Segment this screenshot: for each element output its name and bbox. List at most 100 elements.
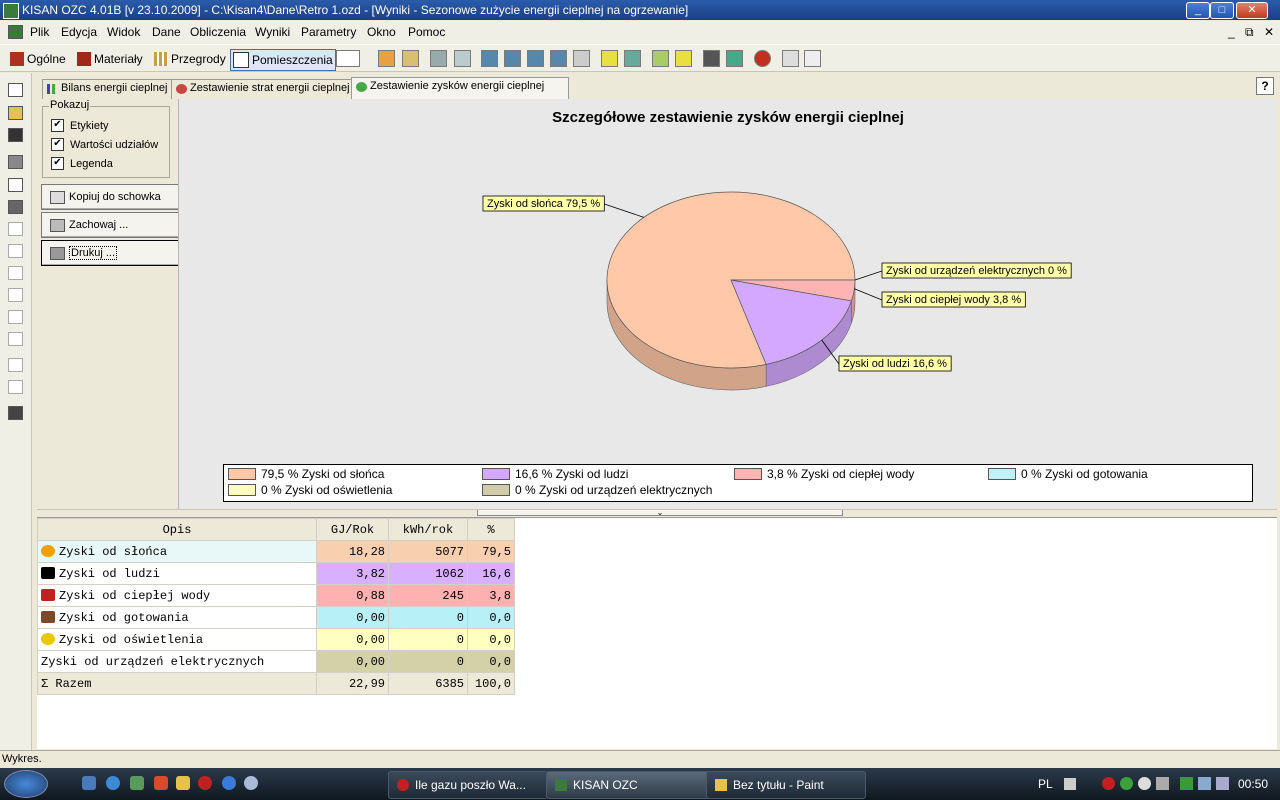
save-icon[interactable] — [8, 128, 23, 142]
legenda-checkbox[interactable]: ✔ Legenda — [51, 157, 113, 170]
mdi-minimize-button[interactable]: _ — [1228, 25, 1235, 39]
show-desktop-icon[interactable] — [82, 776, 96, 790]
tray-icon-3[interactable] — [1138, 777, 1151, 790]
tray-icon-4[interactable] — [1156, 777, 1169, 790]
panel2-icon[interactable] — [652, 50, 669, 67]
materialy-button[interactable]: Materiały — [75, 49, 145, 69]
window3-icon[interactable] — [527, 50, 544, 67]
paste-icon[interactable] — [8, 310, 23, 324]
menu-parametry[interactable]: Parametry — [301, 25, 356, 39]
taskbar-item-paint[interactable]: Bez tytułu - Paint — [706, 771, 866, 799]
search-icon[interactable] — [222, 776, 236, 790]
cell-kwh: 1062 — [388, 562, 468, 585]
print-preview-icon[interactable] — [8, 178, 23, 192]
total-kwh: 6385 — [388, 672, 468, 695]
volume-icon[interactable] — [1216, 777, 1229, 790]
print-icon[interactable] — [8, 200, 23, 214]
doc-icon[interactable] — [8, 25, 23, 39]
cell-kwh: 0 — [388, 606, 468, 629]
mdi-close-button[interactable]: ✕ — [1264, 25, 1274, 39]
chart-icon[interactable] — [726, 50, 743, 67]
tray-green-icon[interactable] — [1120, 777, 1133, 790]
window2-icon[interactable] — [504, 50, 521, 67]
pomieszczenia-button[interactable]: Pomieszczenia — [230, 49, 336, 71]
menu-plik[interactable]: Plik — [30, 25, 49, 39]
hatch-icon[interactable] — [454, 50, 471, 67]
door-icon[interactable] — [573, 50, 590, 67]
copy-icon[interactable] — [8, 288, 23, 302]
zoom-dropdown[interactable] — [336, 50, 360, 67]
help-button[interactable]: ? — [1256, 77, 1274, 95]
open-folder-icon[interactable] — [8, 106, 23, 120]
globe-icon[interactable] — [244, 776, 258, 790]
table-row[interactable]: Zyski od oświetlenia 0,00 0 0,0 — [37, 628, 515, 651]
tray-red-icon[interactable] — [1102, 777, 1115, 790]
building-icon[interactable] — [378, 50, 395, 67]
grid-icon[interactable] — [430, 50, 447, 67]
ie-icon[interactable] — [106, 776, 120, 790]
new-file-icon[interactable] — [8, 83, 23, 97]
menu-pomoc[interactable]: Pomoc — [408, 25, 445, 39]
delete-icon[interactable] — [8, 332, 23, 346]
table-icon[interactable] — [703, 50, 720, 67]
calculator-icon[interactable] — [8, 406, 23, 420]
cell-pct: 0,0 — [467, 606, 515, 629]
ogolne-button[interactable]: Ogólne — [8, 49, 68, 69]
panel-icon[interactable] — [601, 50, 618, 67]
find-icon[interactable] — [8, 358, 23, 372]
print-button[interactable]: Drukuj ... — [41, 240, 180, 266]
maximize-button[interactable]: □ — [1210, 2, 1234, 19]
tray-icon-5[interactable] — [1180, 777, 1193, 790]
building-color-icon[interactable] — [402, 50, 419, 67]
legend-swatch — [988, 468, 1016, 480]
legend-item: 0 % Zyski od gotowania — [988, 467, 1148, 481]
close-button[interactable]: ✕ — [1236, 2, 1268, 19]
stop-icon[interactable] — [754, 50, 771, 67]
list-icon[interactable] — [782, 50, 799, 67]
menu-wyniki[interactable]: Wyniki — [255, 25, 290, 39]
paint-quick-icon[interactable] — [176, 776, 190, 790]
taskbar-item-opera[interactable]: Ile gazu poszło Wa... — [388, 771, 548, 799]
clock[interactable]: 00:50 — [1238, 777, 1268, 791]
menu-okno[interactable]: Okno — [367, 25, 396, 39]
keyboard-icon[interactable] — [1064, 778, 1076, 790]
window-icon[interactable] — [481, 50, 498, 67]
etykiety-checkbox[interactable]: ✔ Etykiety — [51, 119, 109, 132]
status-bar: Wykres. — [0, 750, 1280, 768]
minimize-button[interactable]: _ — [1186, 2, 1210, 19]
language-indicator[interactable]: PL — [1038, 777, 1053, 791]
menu-obliczenia[interactable]: Obliczenia — [190, 25, 246, 39]
przegrody-button[interactable]: Przegrody — [152, 49, 228, 69]
replace-icon[interactable] — [8, 380, 23, 394]
menu-edycja[interactable]: Edycja — [61, 25, 97, 39]
table-row[interactable]: Zyski od gotowania 0,00 0 0,0 — [37, 606, 515, 629]
window4-icon[interactable] — [550, 50, 567, 67]
splitter[interactable]: ⌄ — [37, 509, 1277, 517]
undo-icon[interactable] — [8, 222, 23, 236]
mdi-restore-button[interactable]: ⧉ — [1245, 25, 1254, 40]
table-row[interactable]: Zyski od ludzi 3,82 1062 16,6 — [37, 562, 515, 585]
media-icon[interactable] — [130, 776, 144, 790]
opera-icon[interactable] — [198, 776, 212, 790]
sort-az-icon[interactable] — [804, 50, 821, 67]
table-row[interactable]: Zyski od urządzeń elektrycznych 0,00 0 0,0 — [37, 650, 515, 673]
panel3-icon[interactable] — [675, 50, 692, 67]
taskbar-item-kisan[interactable]: KISAN OZC — [546, 771, 711, 799]
image-icon[interactable] — [624, 50, 641, 67]
table-row[interactable]: Zyski od ciepłej wody 0,88 245 3,8 — [37, 584, 515, 607]
tab-straty[interactable]: Zestawienie strat energii cieplnej — [171, 79, 373, 101]
wartosci-checkbox[interactable]: ✔ Wartości udziałów — [51, 138, 158, 151]
redo-icon[interactable] — [8, 244, 23, 258]
menu-dane[interactable]: Dane — [152, 25, 181, 39]
start-button[interactable] — [4, 770, 48, 798]
properties-icon[interactable] — [8, 155, 23, 169]
cut-icon[interactable] — [8, 266, 23, 280]
network-icon[interactable] — [1198, 777, 1211, 790]
table-row[interactable]: Zyski od słońca 18,28 5077 79,5 — [37, 540, 515, 563]
save-wmf-button[interactable]: Zachowaj ... — [41, 212, 180, 238]
chevron-down-icon[interactable]: ⌄ — [477, 509, 843, 517]
left-toolbar — [0, 73, 32, 753]
menu-widok[interactable]: Widok — [107, 25, 140, 39]
app-quick-icon[interactable] — [154, 776, 168, 790]
copy-clipboard-button[interactable]: Kopiuj do schowka — [41, 184, 180, 210]
